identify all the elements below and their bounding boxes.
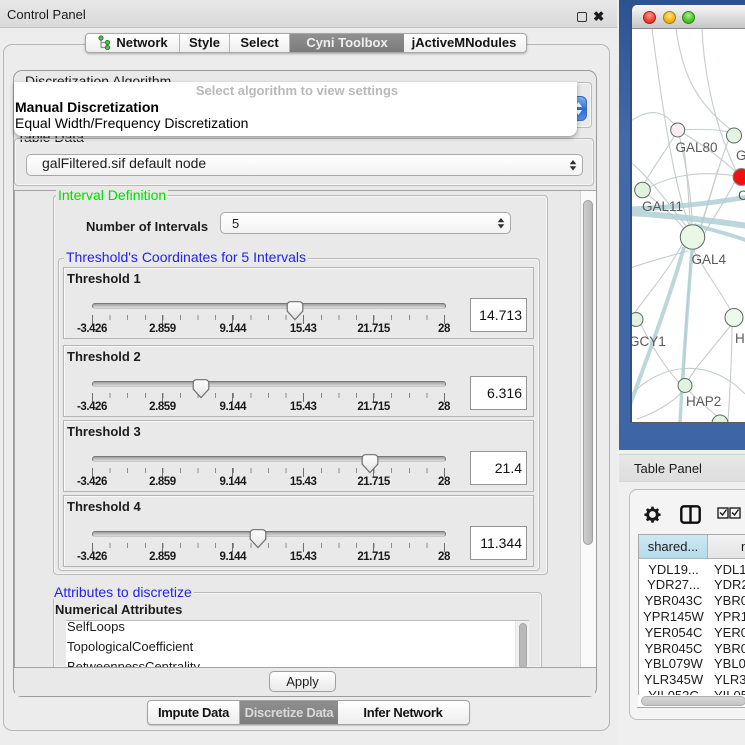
svg-text:GCY1: GCY1 — [632, 334, 666, 349]
svg-text:GAL11: GAL11 — [642, 199, 683, 214]
svg-text:GAL80: GAL80 — [676, 140, 718, 155]
svg-text:HAP2: HAP2 — [686, 394, 721, 409]
svg-text:H: H — [735, 331, 745, 346]
svg-text:GAL4: GAL4 — [692, 252, 727, 267]
svg-text:C: C — [738, 188, 745, 203]
svg-text:G.: G. — [736, 148, 745, 163]
